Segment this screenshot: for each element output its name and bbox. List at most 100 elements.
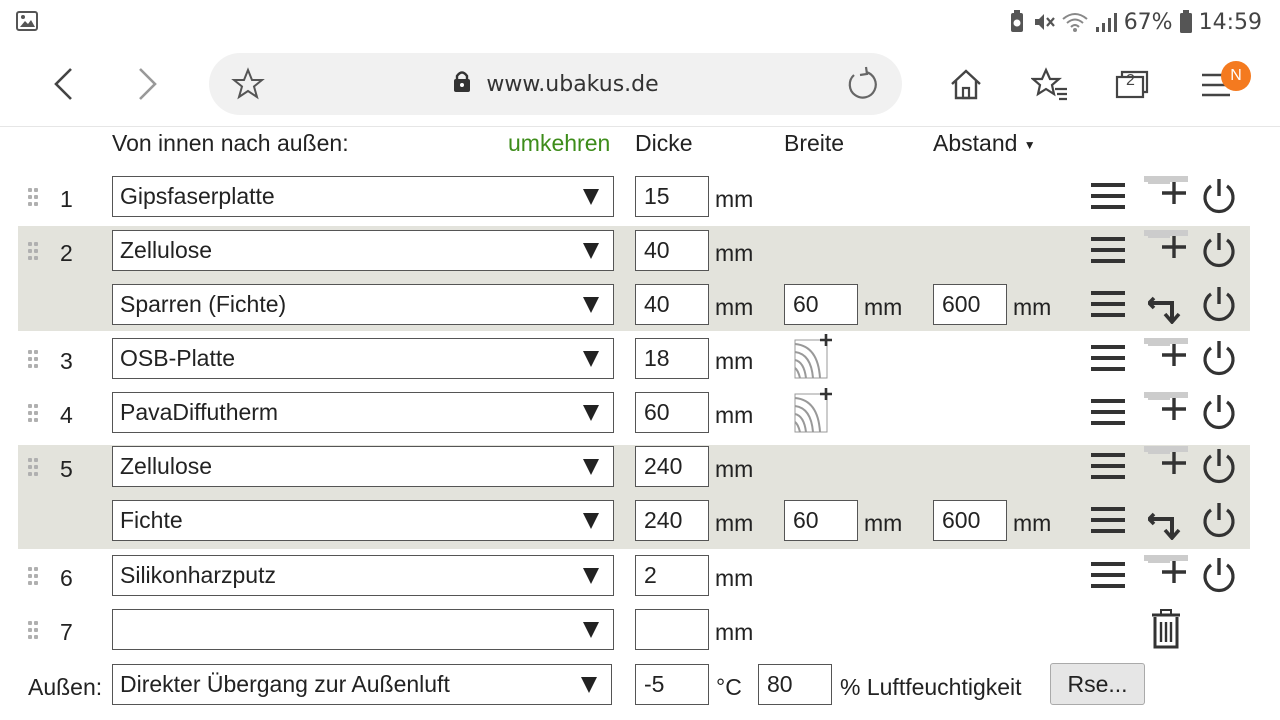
toggle-layer-power-icon[interactable] bbox=[1200, 231, 1238, 269]
add-sublayer-icon[interactable] bbox=[1144, 444, 1190, 478]
spacing-input[interactable]: 600 bbox=[933, 284, 1007, 325]
chevron-left-icon bbox=[54, 68, 72, 100]
layer-menu-icon[interactable] bbox=[1090, 396, 1126, 428]
material-value: PavaDiffutherm bbox=[120, 399, 279, 425]
layer-menu-icon[interactable] bbox=[1090, 288, 1126, 320]
thickness-unit: mm bbox=[715, 619, 754, 645]
thickness-input[interactable]: 40 bbox=[635, 284, 709, 325]
material-select[interactable]: Silikonharzputz bbox=[112, 555, 614, 596]
layer-row: 1 Gipsfaserplatte 15 mm bbox=[0, 172, 1280, 226]
sublayer-arrow-icon[interactable] bbox=[1148, 286, 1186, 324]
spacing-unit: mm bbox=[1013, 510, 1052, 536]
drag-handle-icon[interactable] bbox=[26, 455, 40, 481]
layer-menu-icon[interactable] bbox=[1090, 180, 1126, 212]
layer-row: Fichte 240 mm 60 mm 600 mm bbox=[0, 496, 1280, 550]
toggle-layer-power-icon[interactable] bbox=[1200, 556, 1238, 594]
material-value: Gipsfaserplatte bbox=[120, 183, 275, 209]
dropdown-arrow-icon bbox=[583, 513, 599, 529]
toggle-layer-power-icon[interactable] bbox=[1200, 501, 1238, 539]
material-select[interactable]: Sparren (Fichte) bbox=[112, 284, 614, 325]
material-select[interactable]: Zellulose bbox=[112, 230, 614, 271]
address-bar[interactable]: www.ubakus.de bbox=[209, 53, 902, 115]
mute-icon bbox=[1032, 10, 1056, 34]
direction-label: Von innen nach außen: bbox=[112, 130, 349, 156]
material-select[interactable]: PavaDiffutherm bbox=[112, 392, 614, 433]
drag-handle-icon[interactable] bbox=[26, 618, 40, 644]
layer-editor: Von innen nach außen: umkehren Dicke Bre… bbox=[0, 127, 1280, 720]
rse-button[interactable]: Rse... bbox=[1050, 663, 1145, 705]
menu-notification-badge: N bbox=[1221, 61, 1251, 91]
drag-handle-icon[interactable] bbox=[26, 401, 40, 427]
caret-down-icon: ▼ bbox=[1023, 137, 1036, 152]
layer-number: 5 bbox=[60, 456, 73, 482]
bookmarks-button[interactable] bbox=[1024, 58, 1076, 110]
toggle-layer-power-icon[interactable] bbox=[1200, 177, 1238, 215]
home-button[interactable] bbox=[940, 58, 992, 110]
material-select[interactable]: Gipsfaserplatte bbox=[112, 176, 614, 217]
reverse-link[interactable]: umkehren bbox=[508, 130, 610, 157]
dropdown-arrow-icon bbox=[583, 405, 599, 421]
add-sublayer-icon[interactable] bbox=[1144, 390, 1190, 424]
forward-button[interactable] bbox=[121, 58, 173, 110]
layer-number: 2 bbox=[60, 240, 73, 266]
temperature-unit: °C bbox=[716, 674, 742, 700]
add-sublayer-icon[interactable] bbox=[1144, 174, 1190, 208]
thickness-input[interactable]: 18 bbox=[635, 338, 709, 379]
spacing-unit: mm bbox=[1013, 294, 1052, 320]
back-button[interactable] bbox=[38, 58, 90, 110]
toggle-layer-power-icon[interactable] bbox=[1200, 339, 1238, 377]
toggle-layer-power-icon[interactable] bbox=[1200, 393, 1238, 431]
thickness-value: 60 bbox=[644, 399, 670, 425]
layer-menu-icon[interactable] bbox=[1090, 342, 1126, 374]
temperature-input[interactable]: -5 bbox=[635, 664, 709, 705]
width-input[interactable]: 60 bbox=[784, 284, 858, 325]
spacing-input[interactable]: 600 bbox=[933, 500, 1007, 541]
drag-handle-icon[interactable] bbox=[26, 185, 40, 211]
toggle-layer-power-icon[interactable] bbox=[1200, 285, 1238, 323]
thickness-unit: mm bbox=[715, 456, 754, 482]
add-sublayer-icon[interactable] bbox=[1144, 336, 1190, 370]
thickness-input[interactable]: 240 bbox=[635, 500, 709, 541]
thickness-input[interactable]: 40 bbox=[635, 230, 709, 271]
add-wood-frame-icon[interactable] bbox=[794, 388, 832, 434]
material-value: Zellulose bbox=[120, 237, 213, 263]
humidity-input[interactable]: 80 bbox=[758, 664, 832, 705]
dropdown-arrow-icon bbox=[583, 243, 599, 259]
wifi-icon bbox=[1062, 11, 1088, 33]
add-sublayer-icon[interactable] bbox=[1144, 228, 1190, 262]
thickness-input[interactable]: 2 bbox=[635, 555, 709, 596]
width-input[interactable]: 60 bbox=[784, 500, 858, 541]
battery-icon bbox=[1179, 10, 1193, 34]
thickness-value: 40 bbox=[644, 291, 670, 317]
layer-menu-icon[interactable] bbox=[1090, 450, 1126, 482]
humidity-label: % Luftfeuchtigkeit bbox=[840, 674, 1022, 700]
layer-menu-icon[interactable] bbox=[1090, 559, 1126, 591]
material-select[interactable]: OSB-Platte bbox=[112, 338, 614, 379]
thickness-unit: mm bbox=[715, 186, 754, 212]
thickness-value: 240 bbox=[644, 453, 683, 479]
thickness-input[interactable]: 240 bbox=[635, 446, 709, 487]
add-sublayer-icon[interactable] bbox=[1144, 553, 1190, 587]
layer-menu-icon[interactable] bbox=[1090, 234, 1126, 266]
tabs-button[interactable]: 2 bbox=[1106, 58, 1158, 110]
battery-percent: 67% bbox=[1123, 9, 1173, 35]
drag-handle-icon[interactable] bbox=[26, 347, 40, 373]
thickness-input[interactable]: 60 bbox=[635, 392, 709, 433]
material-select[interactable]: Zellulose bbox=[112, 446, 614, 487]
material-select[interactable] bbox=[112, 609, 614, 650]
tabs-count: 2 bbox=[1126, 72, 1135, 89]
delete-layer-icon[interactable] bbox=[1150, 609, 1182, 649]
spacing-header[interactable]: Abstand ▼ bbox=[933, 130, 1036, 157]
toggle-layer-power-icon[interactable] bbox=[1200, 447, 1238, 485]
reload-icon[interactable] bbox=[844, 66, 880, 107]
drag-handle-icon[interactable] bbox=[26, 564, 40, 590]
layer-row: 4 PavaDiffutherm 60 mm bbox=[0, 388, 1280, 442]
outside-condition-select[interactable]: Direkter Übergang zur Außenluft bbox=[112, 664, 612, 705]
material-select[interactable]: Fichte bbox=[112, 500, 614, 541]
add-wood-frame-icon[interactable] bbox=[794, 334, 832, 380]
sublayer-arrow-icon[interactable] bbox=[1148, 502, 1186, 540]
layer-menu-icon[interactable] bbox=[1090, 504, 1126, 536]
thickness-input[interactable] bbox=[635, 609, 709, 650]
thickness-input[interactable]: 15 bbox=[635, 176, 709, 217]
drag-handle-icon[interactable] bbox=[26, 239, 40, 265]
